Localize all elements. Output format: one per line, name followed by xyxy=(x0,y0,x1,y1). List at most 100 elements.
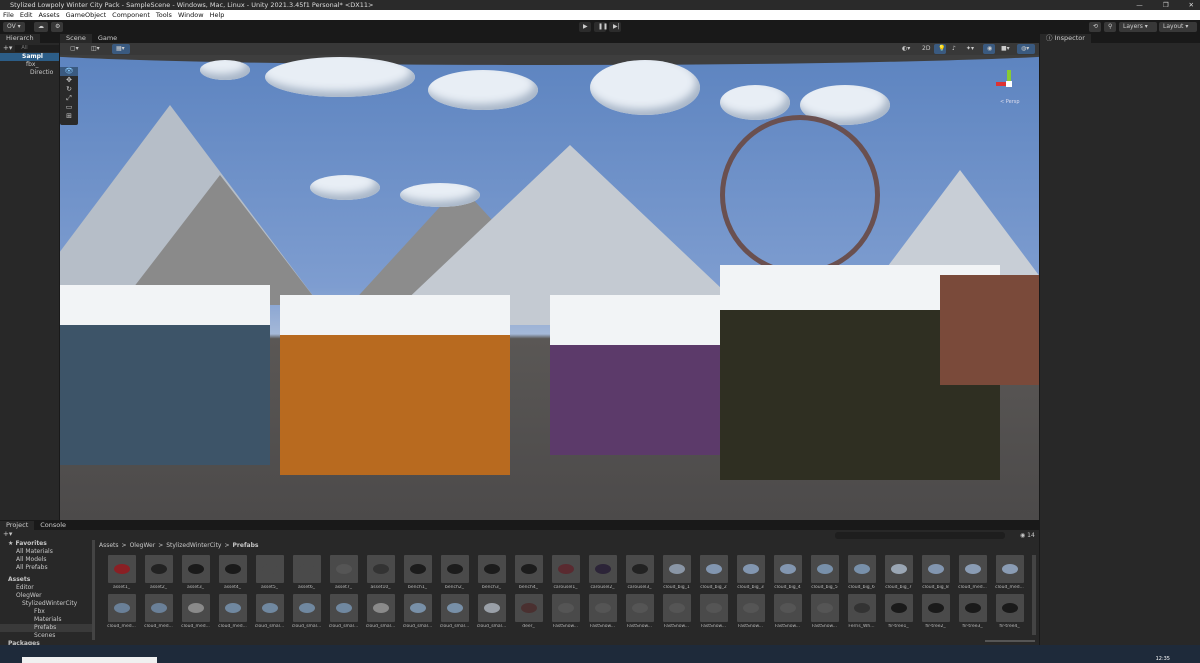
asset-item[interactable]: cloud_big_6 xyxy=(843,555,880,590)
menu-window[interactable]: Window xyxy=(178,10,204,20)
tab-console[interactable]: Console xyxy=(34,521,73,530)
transform-tool-icon[interactable]: ⊞ xyxy=(60,112,78,121)
folder-prefabs[interactable]: Prefabs xyxy=(0,624,92,632)
asset-item[interactable]: fir-tree4_ xyxy=(991,594,1028,629)
asset-item[interactable]: cloud_big_4 xyxy=(769,555,806,590)
tab-inspector[interactable]: ⓘ Inspector xyxy=(1040,34,1091,43)
asset-item[interactable]: cloud_big_7 xyxy=(880,555,917,590)
layout-dropdown[interactable]: Layout ▾ xyxy=(1159,22,1197,32)
gizmos-dropdown[interactable]: ◍▾ xyxy=(1017,44,1035,54)
tab-project[interactable]: Project xyxy=(0,521,35,530)
fav-all-materials[interactable]: All Materials xyxy=(0,548,92,556)
asset-item[interactable]: asset2_ xyxy=(140,555,177,590)
rect-tool-icon[interactable]: ▭ xyxy=(60,103,78,112)
asset-item[interactable]: cloud_smal... xyxy=(251,594,288,629)
hierarchy-search-input[interactable]: All xyxy=(15,44,59,52)
asset-item[interactable]: asset7_ xyxy=(325,555,362,590)
asset-item[interactable]: bench1_ xyxy=(399,555,436,590)
asset-item[interactable]: cloud_med... xyxy=(177,594,214,629)
scene-gizmo[interactable]: < Persp xyxy=(990,65,1030,110)
layers-dropdown[interactable]: Layers ▾ xyxy=(1119,22,1157,32)
projection-label[interactable]: < Persp xyxy=(1000,99,1020,105)
asset-item[interactable]: cloud_big_2 xyxy=(695,555,732,590)
asset-item[interactable]: cloud_smal... xyxy=(436,594,473,629)
maximize-button[interactable]: ❐ xyxy=(1163,0,1169,10)
cloud-icon[interactable]: ☁ xyxy=(34,22,48,32)
menu-tools[interactable]: Tools xyxy=(156,10,172,20)
asset-item[interactable]: cloud_med... xyxy=(214,594,251,629)
asset-item[interactable]: cloud_big_1 xyxy=(658,555,695,590)
hierarchy-item-scene[interactable]: Sampl xyxy=(0,53,59,61)
tab-hierarchy[interactable]: Hierarch xyxy=(0,34,40,43)
play-button[interactable]: ▶ xyxy=(579,22,591,32)
project-search-input[interactable] xyxy=(835,532,1005,539)
asset-item[interactable]: FastSnow... xyxy=(695,594,732,629)
asset-item[interactable]: asset5_ xyxy=(251,555,288,590)
hierarchy-item-light[interactable]: Directio xyxy=(18,69,59,77)
favorites-header[interactable]: ★ Favorites xyxy=(0,540,92,548)
lighting-icon[interactable]: 💡 xyxy=(934,44,946,54)
hierarchy-item-fbx[interactable]: fbx_ xyxy=(18,61,59,69)
asset-item[interactable]: fir-tree2_ xyxy=(917,594,954,629)
asset-item[interactable]: FastSnow... xyxy=(658,594,695,629)
asset-item[interactable]: carousel1_ xyxy=(547,555,584,590)
tree-scrollbar[interactable] xyxy=(92,540,95,640)
thumbnail-size-slider[interactable] xyxy=(985,640,1035,642)
asset-item[interactable]: cloud_med... xyxy=(991,555,1028,590)
asset-item[interactable]: bench4_ xyxy=(510,555,547,590)
rotate-tool-icon[interactable]: ↻ xyxy=(60,85,78,94)
asset-item[interactable]: cloud_med... xyxy=(103,594,140,629)
search-icon[interactable]: ⚲ xyxy=(1104,22,1116,32)
camera-settings-dropdown[interactable]: ■▾ xyxy=(997,44,1015,54)
asset-item[interactable]: cloud_med... xyxy=(140,594,177,629)
asset-item[interactable]: FastSnow... xyxy=(769,594,806,629)
taskbar-search[interactable] xyxy=(22,657,157,663)
asset-item[interactable]: cloud_big_8 xyxy=(917,555,954,590)
menu-edit[interactable]: Edit xyxy=(20,10,33,20)
breadcrumb-item[interactable]: StylizedWinterCity xyxy=(166,542,221,549)
grid-dropdown[interactable]: ▦▾ xyxy=(112,44,130,54)
minimize-button[interactable]: — xyxy=(1136,0,1143,10)
asset-item[interactable]: asset3_ xyxy=(177,555,214,590)
effects-dropdown[interactable]: ✦▾ xyxy=(962,44,980,54)
asset-item[interactable]: cloud_smal... xyxy=(288,594,325,629)
asset-item[interactable]: carousel3_ xyxy=(621,555,658,590)
asset-item[interactable]: asset6_ xyxy=(288,555,325,590)
asset-scrollbar[interactable] xyxy=(1032,555,1036,635)
asset-item[interactable]: FastSnow... xyxy=(547,594,584,629)
history-icon[interactable]: ⟲ xyxy=(1089,22,1101,32)
close-button[interactable]: ✕ xyxy=(1189,0,1194,10)
menu-assets[interactable]: Assets xyxy=(38,10,59,20)
asset-item[interactable]: asset1_ xyxy=(103,555,140,590)
fav-all-prefabs[interactable]: All Prefabs xyxy=(0,564,92,572)
asset-item[interactable]: FastSnow... xyxy=(584,594,621,629)
asset-item[interactable]: cloud_smal... xyxy=(399,594,436,629)
scene-visibility-icon[interactable]: ◉ xyxy=(983,44,995,54)
menu-help[interactable]: Help xyxy=(210,10,225,20)
asset-item[interactable]: cloud_med... xyxy=(954,555,991,590)
assets-folder[interactable]: Assets xyxy=(0,576,92,584)
asset-item[interactable]: FastSnow... xyxy=(806,594,843,629)
gear-icon[interactable]: ⚙ xyxy=(51,22,63,32)
fav-all-models[interactable]: All Models xyxy=(0,556,92,564)
asset-item[interactable]: cloud_big_5 xyxy=(806,555,843,590)
asset-item[interactable]: asset4_ xyxy=(214,555,251,590)
asset-item[interactable]: deer_ xyxy=(510,594,547,629)
asset-item[interactable]: asset10_ xyxy=(362,555,399,590)
folder-fbx[interactable]: Fbx xyxy=(0,608,92,616)
move-tool-icon[interactable]: ✥ xyxy=(60,76,78,85)
asset-item[interactable]: Ferris_Wh... xyxy=(843,594,880,629)
asset-item[interactable]: bench3_ xyxy=(473,555,510,590)
folder-olegwer[interactable]: OlegWer xyxy=(0,592,92,600)
account-dropdown[interactable]: OV ▾ xyxy=(3,22,25,32)
asset-item[interactable]: bench2_ xyxy=(436,555,473,590)
asset-item[interactable]: carousel2_ xyxy=(584,555,621,590)
asset-item[interactable]: cloud_smal... xyxy=(473,594,510,629)
breadcrumb-item[interactable]: OlegWer xyxy=(130,542,156,549)
shading-dropdown[interactable]: ◫▾ xyxy=(87,44,105,54)
scale-tool-icon[interactable]: ⤢ xyxy=(60,94,78,103)
asset-item[interactable]: cloud_smal... xyxy=(325,594,362,629)
tab-game[interactable]: Game xyxy=(91,34,124,43)
step-button[interactable]: ▶| xyxy=(609,22,621,32)
audio-icon[interactable]: ♪ xyxy=(948,44,960,54)
